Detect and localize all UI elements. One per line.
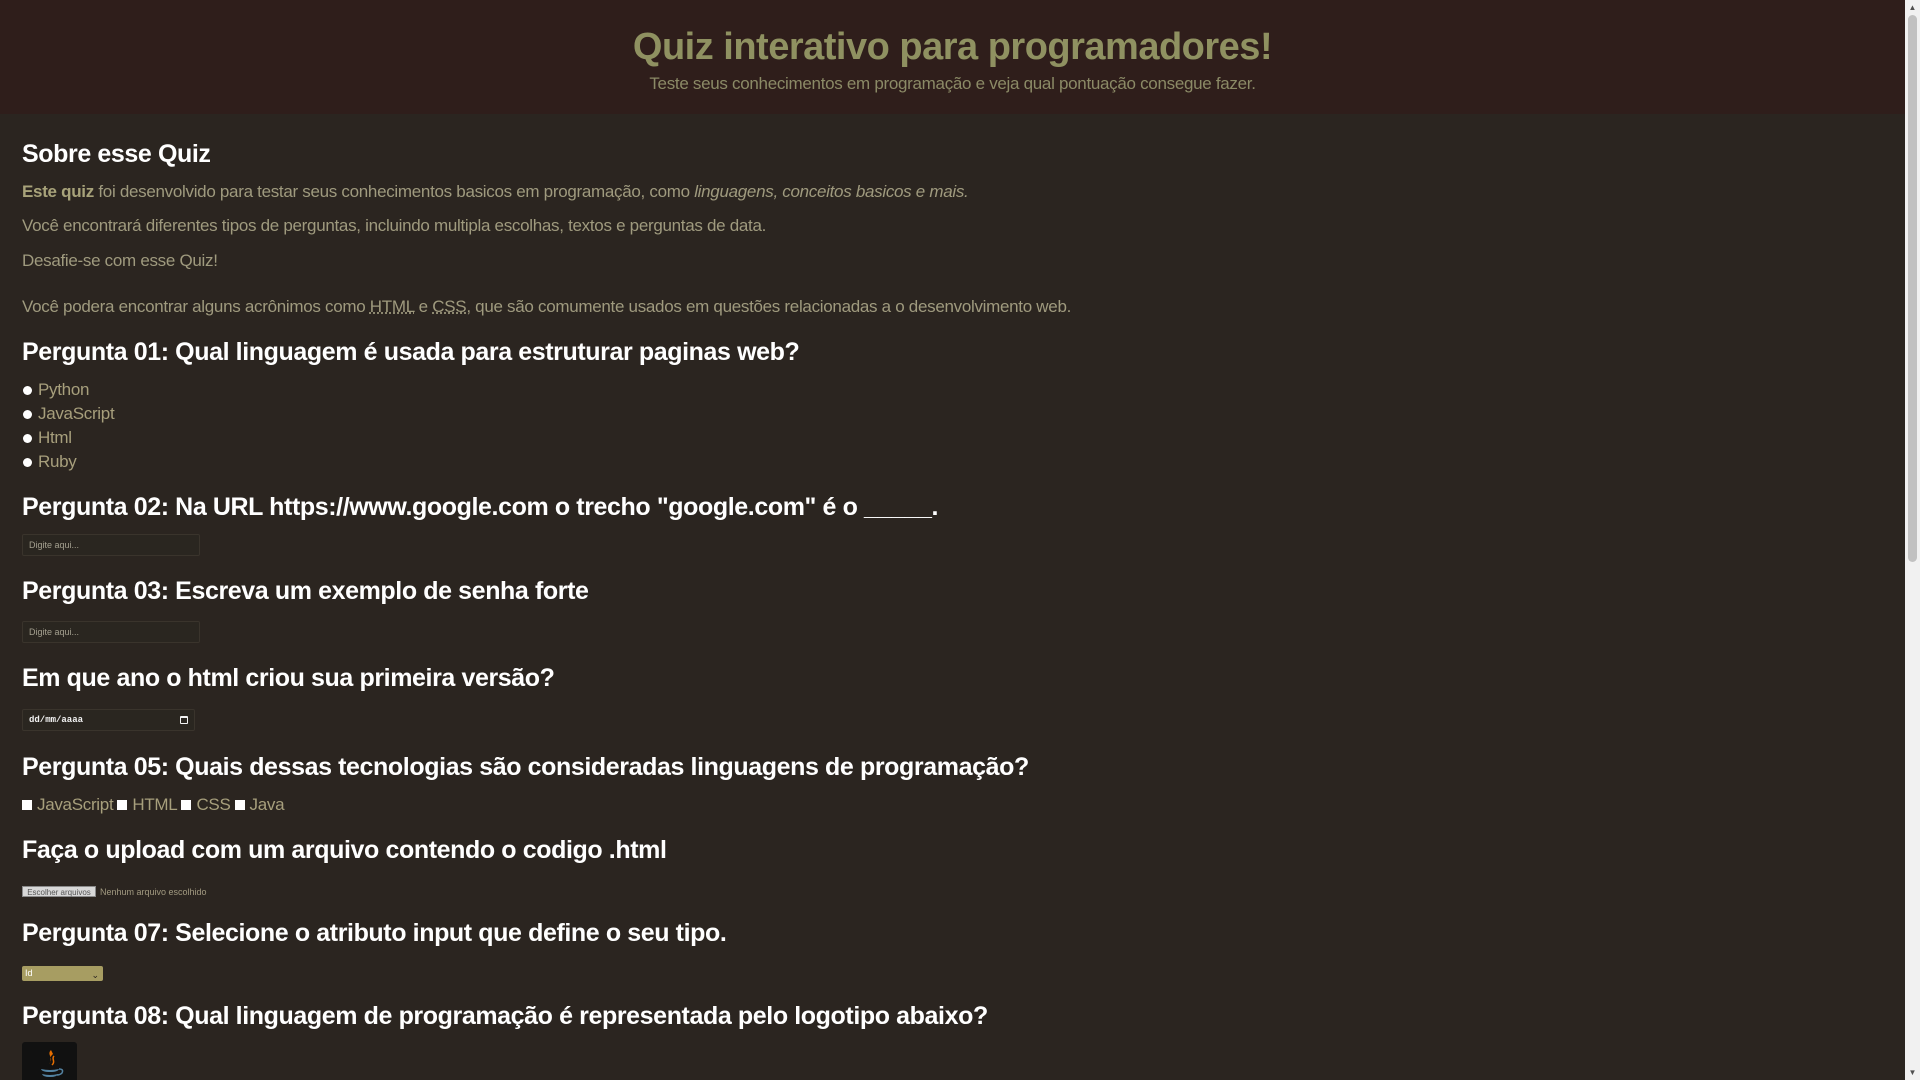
abbr-html: HTML: [369, 297, 415, 316]
about-heading: Sobre esse Quiz: [22, 140, 211, 168]
vertical-scrollbar[interactable]: ▲ ▼: [1905, 0, 1920, 1080]
radio-label: Ruby: [38, 452, 77, 471]
radio-option-ruby[interactable]: Ruby: [22, 450, 114, 474]
question-7-select[interactable]: Id ⌄: [22, 966, 103, 981]
question-7-heading: Pergunta 07: Selecione o atributo input …: [22, 919, 727, 947]
scroll-down-arrow-icon[interactable]: ▼: [1905, 1065, 1920, 1080]
about-paragraph-3: Desafie-se com esse Quiz!: [22, 251, 218, 270]
checkbox-option-html[interactable]: HTML: [117, 795, 178, 815]
about-text: foi desenvolvido para testar seus conhec…: [93, 182, 695, 201]
checkbox-label: Java: [249, 795, 285, 814]
checkbox[interactable]: [234, 800, 245, 810]
scroll-up-arrow-icon[interactable]: ▲: [1905, 0, 1920, 15]
about-paragraph-4: Você podera encontrar alguns acrônimos c…: [22, 295, 1071, 319]
radio-label: JavaScript: [38, 404, 115, 423]
about-acronyms-text: Você podera encontrar alguns acrônimos c…: [22, 297, 370, 316]
page-header: Quiz interativo para programadores! Test…: [0, 0, 1905, 114]
about-strong: Este quiz: [22, 182, 94, 201]
radio-option-html[interactable]: Html: [22, 426, 114, 450]
question-4-date-input[interactable]: dd/mm/aaaa: [22, 709, 195, 731]
date-placeholder: dd/mm/aaaa: [29, 715, 84, 725]
file-upload: Escolher arquivos Nenhum arquivo escolhi…: [22, 886, 207, 897]
scrollbar-thumb[interactable]: [1908, 15, 1917, 562]
radio-label: Html: [38, 428, 72, 447]
page-title: Quiz interativo para programadores!: [632, 26, 1273, 68]
question-3-input[interactable]: [22, 621, 200, 643]
choose-file-button[interactable]: Escolher arquivos: [22, 886, 96, 897]
radio-label: Python: [38, 380, 90, 399]
radio-button[interactable]: [23, 409, 32, 419]
question-4-heading: Em que ano o html criou sua primeira ver…: [22, 664, 555, 692]
checkbox-option-javascript[interactable]: JavaScript: [22, 795, 114, 815]
java-logo-icon: [22, 1042, 77, 1080]
question-3-heading: Pergunta 03: Escreva um exemplo de senha…: [22, 577, 589, 605]
radio-option-python[interactable]: Python: [22, 378, 114, 402]
question-8-heading: Pergunta 08: Qual linguagem de programaç…: [22, 1002, 988, 1030]
about-acronyms-end: , que são comumente usados em questões r…: [466, 297, 1072, 316]
checkbox-label: HTML: [132, 795, 178, 814]
checkbox-option-css[interactable]: CSS: [181, 795, 231, 815]
checkbox-option-java[interactable]: Java: [234, 795, 285, 815]
checkbox[interactable]: [22, 800, 32, 810]
checkbox[interactable]: [117, 800, 128, 810]
question-6-heading: Faça o upload com um arquivo contendo o …: [22, 836, 667, 864]
question-1-options: Python JavaScript Html Ruby: [22, 378, 115, 474]
no-file-chosen-text: Nenhum arquivo escolhido: [100, 886, 207, 897]
question-2-input[interactable]: [22, 534, 200, 556]
question-2-heading: Pergunta 02: Na URL https://www.google.c…: [22, 493, 939, 521]
page-subtitle: Teste seus conhecimentos em programação …: [649, 74, 1256, 93]
question-5-options: JavaScript HTML CSS Java: [22, 793, 288, 817]
select-value: Id: [25, 968, 33, 978]
chevron-down-icon: ⌄: [91, 970, 99, 980]
radio-button[interactable]: [23, 457, 32, 467]
radio-button[interactable]: [23, 385, 32, 395]
checkbox-label: JavaScript: [37, 795, 114, 814]
page: Quiz interativo para programadores! Test…: [0, 0, 1905, 1080]
question-1-heading: Pergunta 01: Qual linguagem é usada para…: [22, 338, 800, 366]
about-paragraph-2: Você encontrará diferentes tipos de perg…: [22, 216, 767, 235]
checkbox[interactable]: [181, 800, 192, 810]
about-emphasis: linguagens, conceitos basicos e mais.: [694, 182, 969, 201]
abbr-css: CSS: [432, 297, 467, 316]
java-logo-svg: [40, 1050, 63, 1077]
radio-option-javascript[interactable]: JavaScript: [22, 402, 115, 426]
checkbox-label: CSS: [196, 795, 231, 814]
question-5-heading: Pergunta 05: Quais dessas tecnologias sã…: [22, 753, 1029, 781]
about-acronyms-and: e: [414, 297, 433, 316]
about-paragraph-1: Este quiz foi desenvolvido para testar s…: [22, 180, 969, 204]
calendar-icon[interactable]: [180, 716, 188, 724]
radio-button[interactable]: [23, 433, 32, 443]
